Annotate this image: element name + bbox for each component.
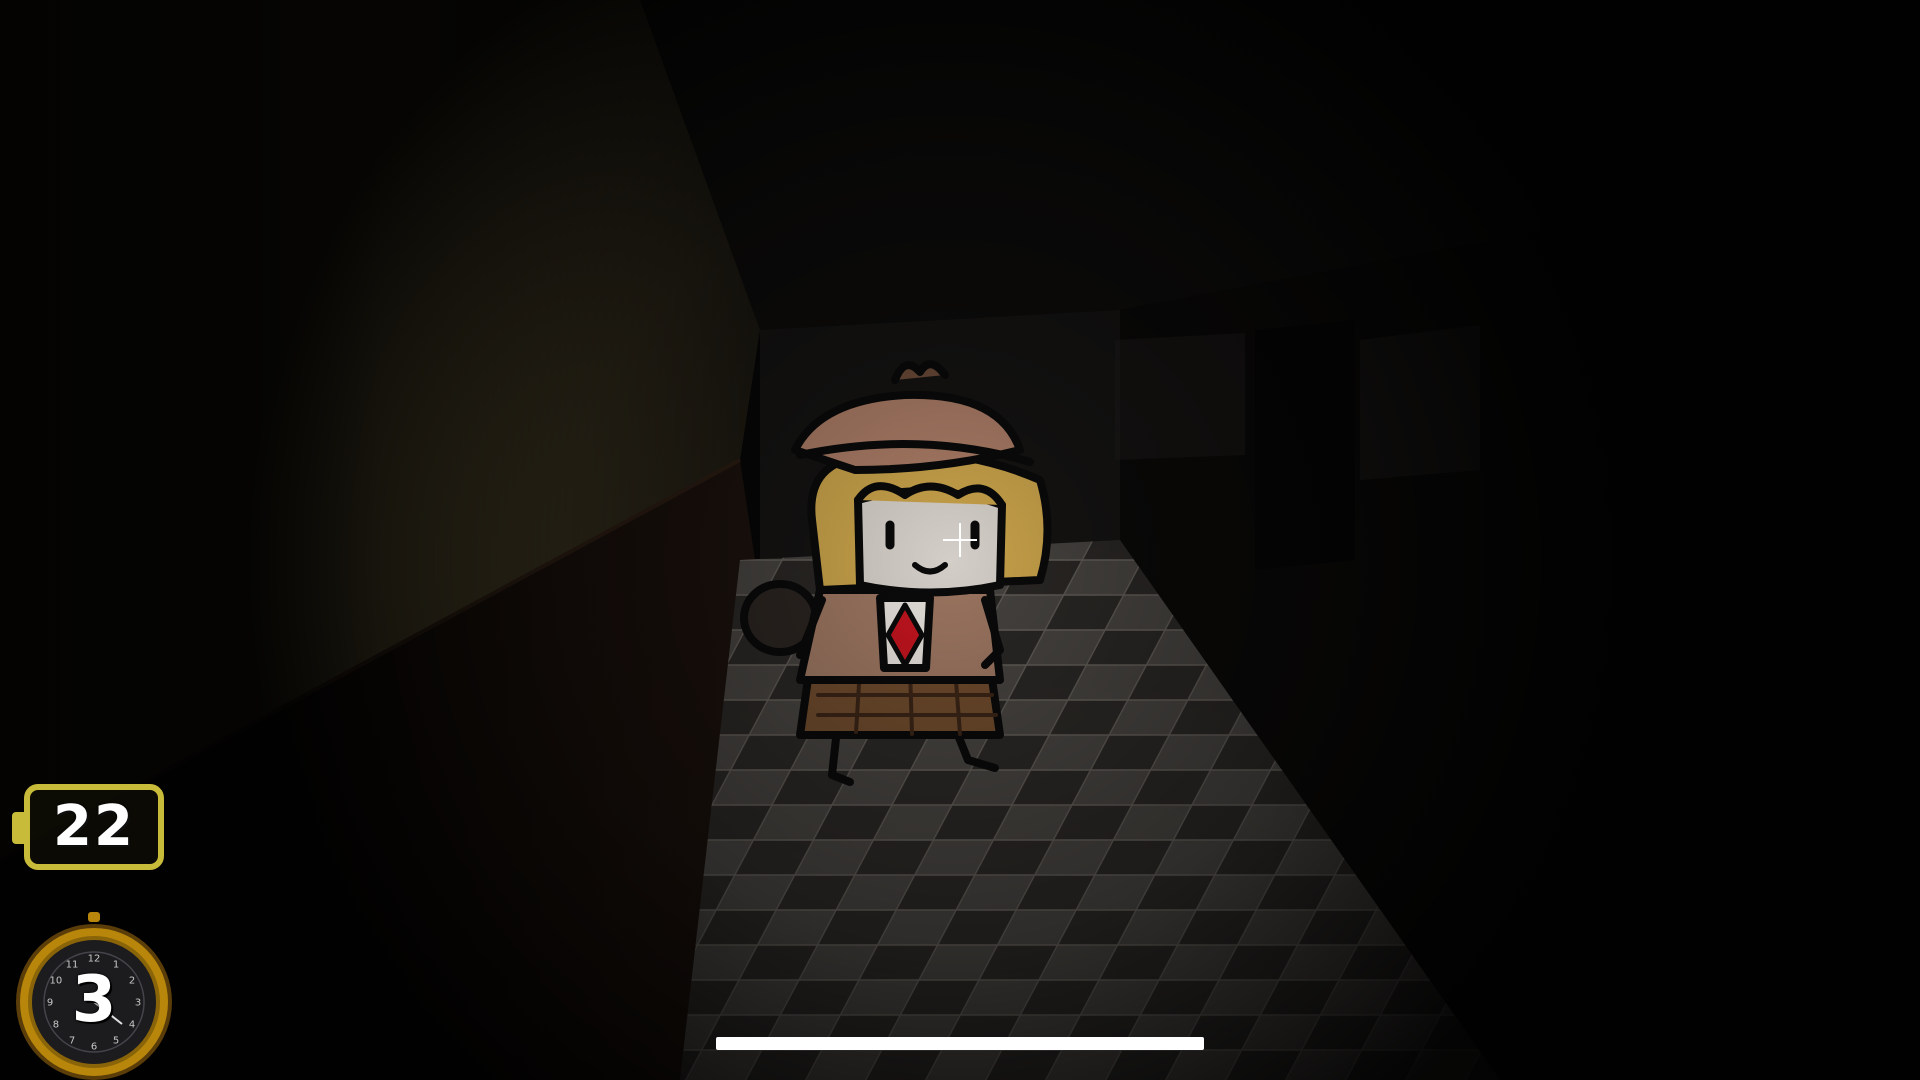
- crosshair-icon: [943, 523, 977, 557]
- battery-indicator: 22: [12, 784, 164, 870]
- battery-value: 22: [53, 794, 135, 859]
- pocket-watch-timer: 12 1 2 3 4 5 6 7 8 9 10 11 3: [10, 912, 178, 1080]
- home-indicator-bar[interactable]: [716, 1037, 1204, 1050]
- watch-value: 3: [71, 963, 117, 1037]
- battery-icon: [12, 812, 26, 844]
